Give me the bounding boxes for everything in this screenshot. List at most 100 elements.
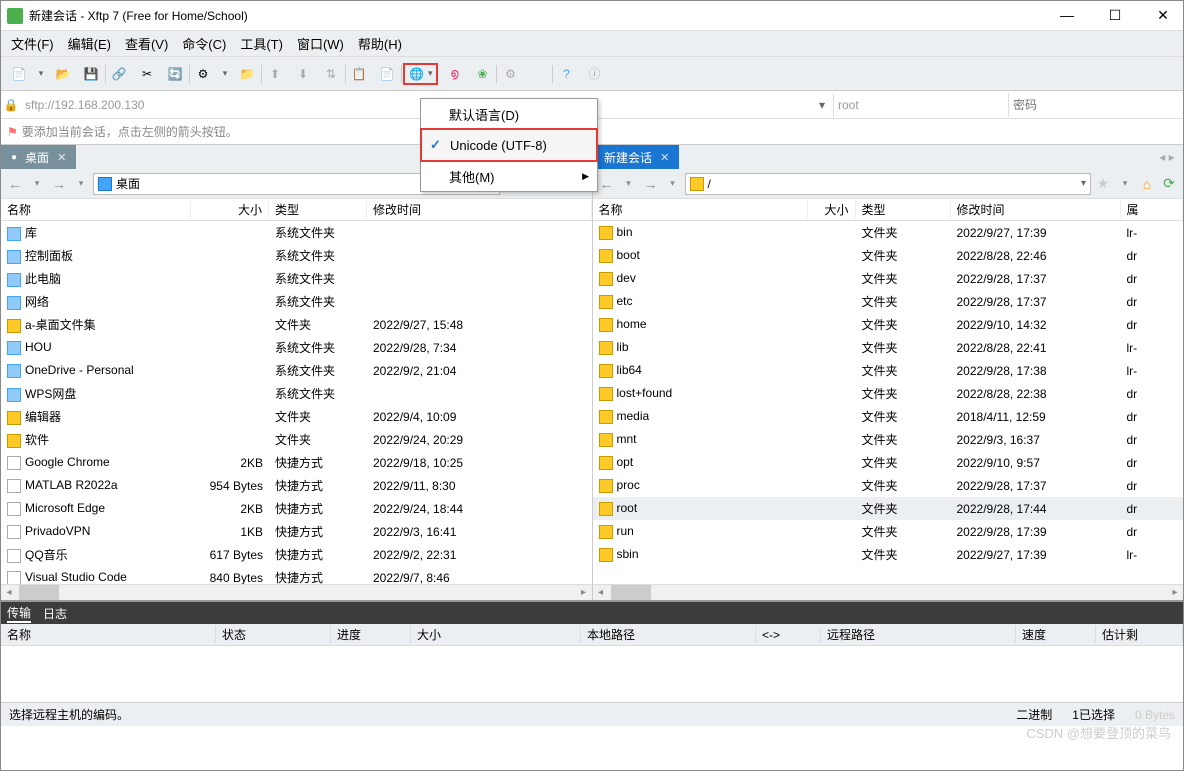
table-row[interactable]: home文件夹2022/9/10, 14:32dr	[593, 313, 1184, 336]
paste-button[interactable]: 📄	[375, 62, 399, 86]
url-dropdown[interactable]: ▾	[811, 98, 833, 112]
table-row[interactable]: WPS网盘系统文件夹	[1, 382, 592, 405]
table-row[interactable]: bin文件夹2022/9/27, 17:39lr-	[593, 221, 1184, 244]
lang-other[interactable]: 其他(M)	[421, 161, 597, 191]
table-row[interactable]: MATLAB R2022a954 Bytes快捷方式2022/9/11, 8:3…	[1, 474, 592, 497]
table-row[interactable]: a-桌面文件集文件夹2022/9/27, 15:48	[1, 313, 592, 336]
table-row[interactable]: 网络系统文件夹	[1, 290, 592, 313]
about-button[interactable]: ⓘ	[582, 62, 606, 86]
col-size[interactable]: 大小	[808, 201, 856, 218]
menu-win[interactable]: 窗口(W)	[297, 34, 344, 53]
disconnect-button[interactable]: ✂	[135, 62, 159, 86]
password-input[interactable]	[1008, 93, 1183, 117]
download-button[interactable]: ⬇	[291, 62, 315, 86]
col-size[interactable]: 大小	[191, 201, 269, 218]
save-button[interactable]: 💾	[79, 62, 103, 86]
table-row[interactable]: dev文件夹2022/9/28, 17:37dr	[593, 267, 1184, 290]
menu-cmd[interactable]: 命令(C)	[182, 34, 226, 53]
open-button[interactable]: 📂	[51, 62, 75, 86]
tab-local[interactable]: ● 桌面 ✕	[1, 145, 76, 169]
maximize-button[interactable]: ☐	[1101, 7, 1129, 24]
remote-filelist[interactable]: bin文件夹2022/9/27, 17:39lr-boot文件夹2022/8/2…	[593, 221, 1184, 584]
language-button[interactable]: 🌐 ▾	[403, 63, 438, 85]
swirl-icon[interactable]: ൭	[442, 62, 466, 86]
table-row[interactable]: Microsoft Edge2KB快捷方式2022/9/24, 18:44	[1, 497, 592, 520]
remote-path-input[interactable]: / ▾	[685, 173, 1092, 195]
table-row[interactable]: 编辑器文件夹2022/9/4, 10:09	[1, 405, 592, 428]
sync-button[interactable]: ⇅	[319, 62, 343, 86]
table-row[interactable]: etc文件夹2022/9/28, 17:37dr	[593, 290, 1184, 313]
logtab-log[interactable]: 日志	[43, 605, 67, 622]
local-back-dd[interactable]: ▾	[27, 178, 47, 189]
table-row[interactable]: opt文件夹2022/9/10, 9:57dr	[593, 451, 1184, 474]
titlebar: 新建会话 - Xftp 7 (Free for Home/School) — ☐…	[1, 1, 1183, 31]
local-fwd-dd[interactable]: ▾	[71, 178, 91, 189]
lang-default[interactable]: 默认语言(D)	[421, 99, 597, 129]
table-row[interactable]: 控制面板系统文件夹	[1, 244, 592, 267]
url-input[interactable]	[21, 93, 811, 117]
minimize-button[interactable]: —	[1053, 7, 1081, 24]
connect-button[interactable]: 🔗	[107, 62, 131, 86]
table-row[interactable]: Visual Studio Code840 Bytes快捷方式2022/9/7,…	[1, 566, 592, 584]
table-row[interactable]: boot文件夹2022/8/28, 22:46dr	[593, 244, 1184, 267]
table-row[interactable]: run文件夹2022/9/28, 17:39dr	[593, 520, 1184, 543]
table-row[interactable]: Google Chrome2KB快捷方式2022/9/18, 10:25	[1, 451, 592, 474]
remote-fav[interactable]: ★	[1093, 175, 1113, 192]
leaf-icon[interactable]: ❀	[470, 62, 494, 86]
menu-file[interactable]: 文件(F)	[11, 34, 54, 53]
table-row[interactable]: sbin文件夹2022/9/27, 17:39lr-	[593, 543, 1184, 566]
close-button[interactable]: ✕	[1149, 7, 1177, 24]
col-attr[interactable]: 属	[1121, 201, 1184, 218]
table-row[interactable]: PrivadoVPN1KB快捷方式2022/9/3, 16:41	[1, 520, 592, 543]
col-name[interactable]: 名称	[1, 201, 191, 218]
table-row[interactable]: root文件夹2022/9/28, 17:44dr	[593, 497, 1184, 520]
table-row[interactable]: lost+found文件夹2022/8/28, 22:38dr	[593, 382, 1184, 405]
user-input[interactable]	[833, 93, 1008, 117]
remote-fwd[interactable]: →	[641, 176, 661, 192]
help-button[interactable]: ?	[554, 62, 578, 86]
logtab-transfer[interactable]: 传输	[7, 604, 31, 623]
local-back[interactable]: ←	[5, 176, 25, 192]
col-mtime[interactable]: 修改时间	[367, 201, 592, 218]
table-row[interactable]: 此电脑系统文件夹	[1, 267, 592, 290]
table-row[interactable]: OneDrive - Personal系统文件夹2022/9/2, 21:04	[1, 359, 592, 382]
new-button[interactable]: 📄	[7, 62, 31, 86]
menu-help[interactable]: 帮助(H)	[358, 34, 402, 53]
table-row[interactable]: media文件夹2018/4/11, 12:59dr	[593, 405, 1184, 428]
local-fwd[interactable]: →	[49, 176, 69, 192]
lang-utf8[interactable]: Unicode (UTF-8)	[422, 130, 596, 160]
tabs-nav-right[interactable]: ◂ ▸	[1151, 145, 1183, 169]
table-row[interactable]: lib文件夹2022/8/28, 22:41lr-	[593, 336, 1184, 359]
table-row[interactable]: 软件文件夹2022/9/24, 20:29	[1, 428, 592, 451]
local-filelist[interactable]: 库系统文件夹控制面板系统文件夹此电脑系统文件夹网络系统文件夹a-桌面文件集文件夹…	[1, 221, 592, 584]
col-type[interactable]: 类型	[856, 201, 951, 218]
menu-view[interactable]: 查看(V)	[125, 34, 168, 53]
props-button[interactable]: ⚙	[191, 62, 215, 86]
table-row[interactable]: lib64文件夹2022/9/28, 17:38lr-	[593, 359, 1184, 382]
remote-refresh[interactable]: ⟳	[1159, 175, 1179, 192]
table-row[interactable]: proc文件夹2022/9/28, 17:37dr	[593, 474, 1184, 497]
chevron-down-icon[interactable]: ▾	[1081, 178, 1086, 189]
settings-button[interactable]: ⚙	[498, 62, 522, 86]
remote-home[interactable]: ⌂	[1137, 176, 1157, 192]
col-mtime[interactable]: 修改时间	[951, 201, 1121, 218]
upload-button[interactable]: ⬆	[263, 62, 287, 86]
copy-button[interactable]: 📋	[347, 62, 371, 86]
table-row[interactable]: QQ音乐617 Bytes快捷方式2022/9/2, 22:31	[1, 543, 592, 566]
newfolder-button[interactable]: 📁	[235, 62, 259, 86]
col-name[interactable]: 名称	[593, 201, 808, 218]
tab-local-close[interactable]: ✕	[57, 151, 66, 164]
col-type[interactable]: 类型	[269, 201, 367, 218]
menu-tool[interactable]: 工具(T)	[240, 34, 283, 53]
tab-remote-close[interactable]: ✕	[660, 151, 669, 164]
props-dd[interactable]: ▾	[219, 62, 231, 86]
remote-scrollx[interactable]: ◂▸	[593, 584, 1184, 600]
new-dd[interactable]: ▾	[35, 62, 47, 86]
table-row[interactable]: mnt文件夹2022/9/3, 16:37dr	[593, 428, 1184, 451]
remote-back[interactable]: ←	[597, 176, 617, 192]
reconnect-button[interactable]: 🔄	[163, 62, 187, 86]
table-row[interactable]: HOU系统文件夹2022/9/28, 7:34	[1, 336, 592, 359]
menu-edit[interactable]: 编辑(E)	[68, 34, 111, 53]
local-scrollx[interactable]: ◂▸	[1, 584, 592, 600]
table-row[interactable]: 库系统文件夹	[1, 221, 592, 244]
